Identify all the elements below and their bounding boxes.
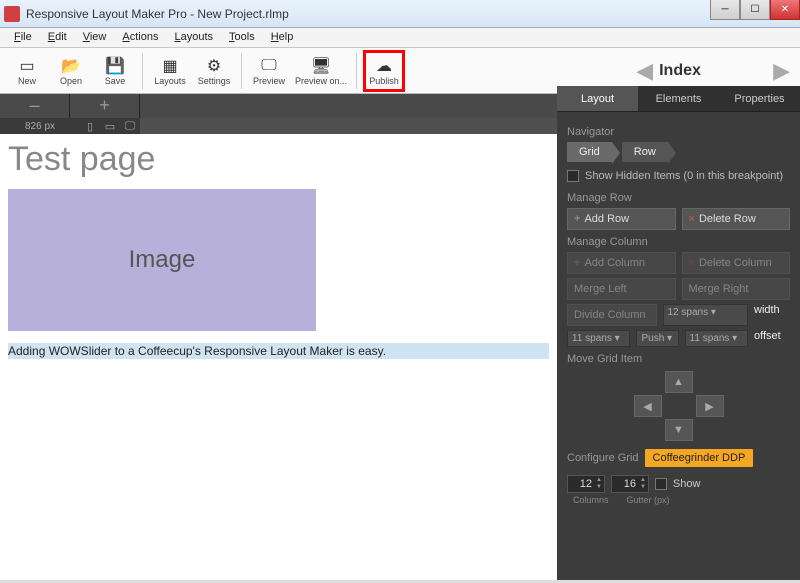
move-right-button[interactable]: ▶: [696, 395, 724, 417]
add-column-button[interactable]: +Add Column: [567, 252, 676, 274]
devices-icon: 🖥: [311, 56, 331, 76]
move-up-button[interactable]: ▲: [665, 371, 693, 393]
columns-spinner[interactable]: ▲▼: [567, 475, 605, 493]
preview-on-button[interactable]: 🖥Preview on...: [292, 50, 350, 92]
offset-spans-select-2[interactable]: 11 spans ▾: [685, 330, 748, 347]
menu-bar: File Edit View Actions Layouts Tools Hel…: [0, 28, 800, 48]
manage-row-label: Manage Row: [567, 192, 790, 204]
columns-input[interactable]: [568, 476, 594, 492]
delete-row-button[interactable]: ×Delete Row: [682, 208, 791, 230]
gutter-sublabel: Gutter (px): [627, 495, 670, 505]
menu-edit[interactable]: Edit: [40, 28, 75, 47]
open-button[interactable]: 📂Open: [50, 50, 92, 92]
move-down-button[interactable]: ▼: [665, 419, 693, 441]
cloud-upload-icon: ☁: [374, 56, 394, 76]
merge-left-button[interactable]: Merge Left: [567, 278, 676, 300]
file-icon: ▭: [17, 56, 37, 76]
configure-grid-label: Configure Grid: [567, 452, 639, 464]
show-hidden-label: Show Hidden Items (0 in this breakpoint): [585, 170, 783, 182]
device-phone-icon[interactable]: ▯: [80, 120, 100, 133]
push-select[interactable]: Push ▾: [636, 330, 678, 347]
zoom-in-button[interactable]: +: [70, 94, 140, 118]
manage-column-label: Manage Column: [567, 236, 790, 248]
crumb-row[interactable]: Row: [622, 142, 668, 162]
settings-button[interactable]: ⚙Settings: [193, 50, 235, 92]
breadcrumb: Grid Row: [567, 142, 790, 162]
menu-view[interactable]: View: [75, 28, 115, 47]
close-button[interactable]: ✕: [770, 0, 800, 20]
save-button[interactable]: 💾Save: [94, 50, 136, 92]
merge-right-button[interactable]: Merge Right: [682, 278, 791, 300]
show-grid-checkbox[interactable]: [655, 478, 667, 490]
panel-tabs: Layout Elements Properties: [557, 86, 800, 112]
show-hidden-checkbox[interactable]: [567, 170, 579, 182]
width-label: 826 px: [0, 121, 80, 132]
publish-button[interactable]: ☁Publish: [363, 50, 405, 92]
minimize-button[interactable]: ─: [710, 0, 740, 20]
monitor-icon: 🖵: [259, 56, 279, 76]
zoom-out-button[interactable]: –: [0, 94, 70, 118]
menu-tools[interactable]: Tools: [221, 28, 263, 47]
image-placeholder[interactable]: Image: [8, 189, 316, 331]
dpad: ▲ ▼ ◀ ▶: [634, 371, 724, 441]
separator: [356, 53, 357, 89]
tab-properties[interactable]: Properties: [719, 86, 800, 112]
app-icon: [4, 6, 20, 22]
separator: [241, 53, 242, 89]
move-left-button[interactable]: ◀: [634, 395, 662, 417]
gutter-input[interactable]: [612, 476, 638, 492]
maximize-button[interactable]: ☐: [740, 0, 770, 20]
menu-layouts[interactable]: Layouts: [166, 28, 221, 47]
width-label: width: [754, 304, 790, 326]
window-controls: ─ ☐ ✕: [710, 0, 800, 20]
offset-label: offset: [754, 330, 790, 347]
body-text[interactable]: Adding WOWSlider to a Coffeecup's Respon…: [8, 343, 549, 359]
disk-icon: 💾: [105, 56, 125, 76]
tab-layout[interactable]: Layout: [557, 86, 638, 112]
page-title[interactable]: Test page: [0, 134, 557, 185]
columns-up[interactable]: ▲: [594, 477, 604, 484]
divide-column-button[interactable]: Divide Column: [567, 304, 657, 326]
gutter-up[interactable]: ▲: [638, 477, 648, 484]
tab-elements[interactable]: Elements: [638, 86, 719, 112]
menu-help[interactable]: Help: [263, 28, 302, 47]
width-spans-select[interactable]: 12 spans ▾: [663, 304, 749, 326]
gutter-down[interactable]: ▼: [638, 484, 648, 491]
title-bar: Responsive Layout Maker Pro - New Projec…: [0, 0, 800, 28]
crumb-grid[interactable]: Grid: [567, 142, 612, 162]
grid-icon: ▦: [160, 56, 180, 76]
move-grid-label: Move Grid Item: [567, 353, 790, 365]
columns-down[interactable]: ▼: [594, 484, 604, 491]
separator: [142, 53, 143, 89]
columns-sublabel: Columns: [573, 495, 609, 505]
new-button[interactable]: ▭New: [6, 50, 48, 92]
device-desktop-icon[interactable]: 🖵: [120, 120, 140, 133]
show-grid-label: Show: [673, 478, 701, 490]
offset-spans-select[interactable]: 11 spans ▾: [567, 330, 630, 347]
folder-icon: 📂: [61, 56, 81, 76]
navigator-label: Navigator: [567, 126, 790, 138]
grid-name-badge[interactable]: Coffeegrinder DDP: [645, 449, 754, 467]
gutter-spinner[interactable]: ▲▼: [611, 475, 649, 493]
canvas[interactable]: Test page Image Adding WOWSlider to a Co…: [0, 134, 557, 580]
add-row-button[interactable]: +Add Row: [567, 208, 676, 230]
window-title: Responsive Layout Maker Pro - New Projec…: [26, 7, 289, 21]
layouts-button[interactable]: ▦Layouts: [149, 50, 191, 92]
delete-column-button[interactable]: ×Delete Column: [682, 252, 791, 274]
menu-actions[interactable]: Actions: [114, 28, 166, 47]
device-tablet-icon[interactable]: ▭: [100, 120, 120, 133]
preview-button[interactable]: 🖵Preview: [248, 50, 290, 92]
menu-file[interactable]: File: [6, 28, 40, 47]
side-panel: Layout Elements Properties Navigator Gri…: [557, 86, 800, 580]
gear-icon: ⚙: [204, 56, 224, 76]
show-hidden-row[interactable]: Show Hidden Items (0 in this breakpoint): [567, 170, 790, 182]
